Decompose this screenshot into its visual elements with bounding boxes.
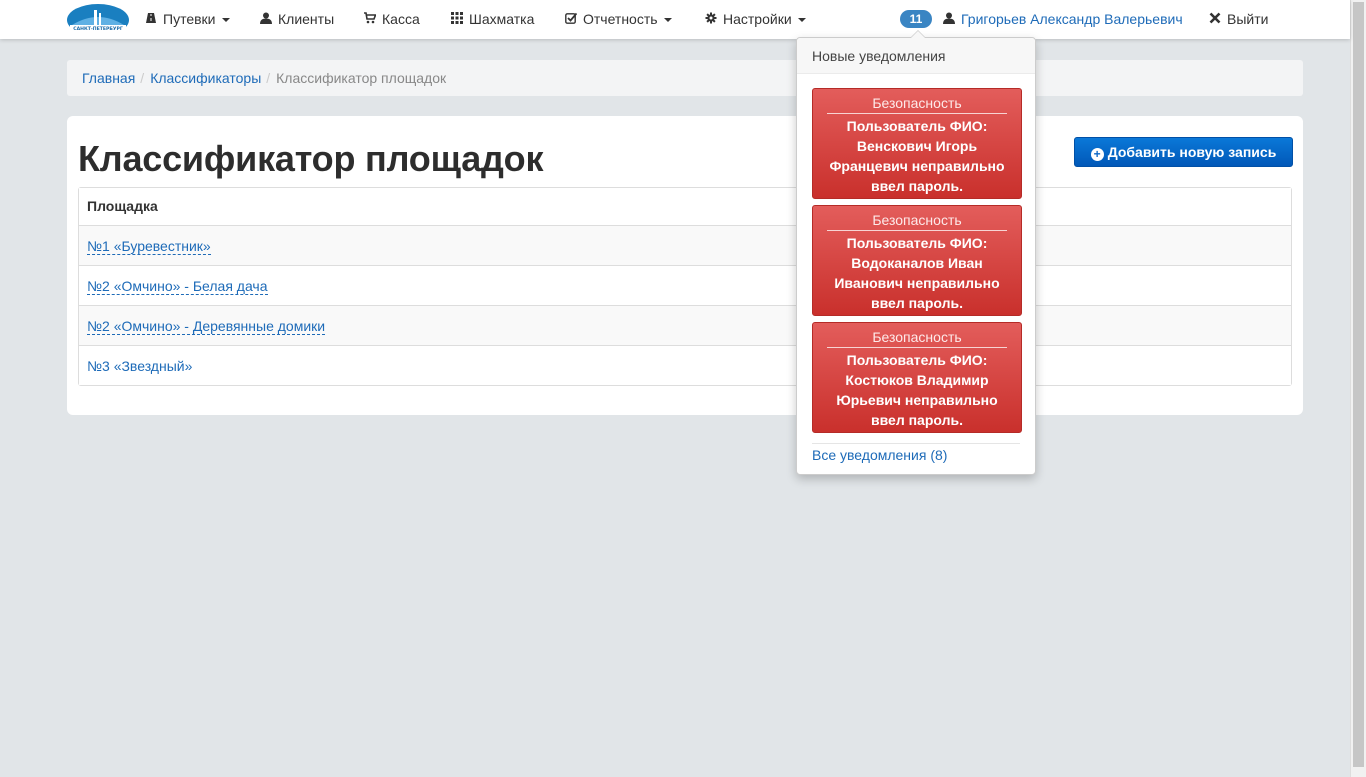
table-row: №1 «Буревестник» [79, 225, 1291, 265]
table-row: №2 «Омчино» - Деревянные домики [79, 305, 1291, 345]
venue-link[interactable]: №2 «Омчино» - Деревянные домики [87, 318, 326, 335]
table-row: №2 «Омчино» - Белая дача [79, 265, 1291, 305]
breadcrumb-link-classifiers[interactable]: Классификаторы [150, 70, 261, 86]
chevron-down-icon [221, 18, 230, 23]
notifications-title: Новые уведомления [797, 38, 1035, 74]
notifications-popover: Новые уведомления Безопасность Пользоват… [796, 30, 1036, 475]
notification-message: Пользователь ФИО: Костюков Владимир Юрье… [836, 352, 998, 428]
scrollbar-thumb[interactable] [1353, 2, 1364, 767]
popover-divider [812, 443, 1020, 444]
venue-link[interactable]: №2 «Омчино» - Белая дача [87, 278, 268, 295]
user-icon [260, 1, 272, 40]
breadcrumb: Главная / Классификаторы / Классификатор пло… [67, 60, 1303, 96]
nav-klienty-label: Клиенты [278, 11, 335, 27]
nav-putevki-label: Путевки [163, 11, 216, 27]
nav-shakhmatka[interactable]: Шахматка [451, 0, 534, 39]
popover-arrow [910, 30, 926, 38]
breadcrumb-link-home[interactable]: Главная [82, 70, 135, 86]
notification-item[interactable]: Безопасность Пользователь ФИО: Водоканал… [812, 205, 1022, 316]
notification-message: Пользователь ФИО: Водоканалов Иван Ивано… [834, 235, 1000, 311]
chevron-down-icon [663, 18, 672, 23]
add-record-label: Добавить новую запись [1107, 144, 1277, 160]
page-scrollbar[interactable] [1350, 0, 1366, 777]
add-record-button[interactable]: + Добавить новую запись [1074, 137, 1293, 167]
nav-user-profile[interactable]: Григорьев Александр Валерьевич [943, 0, 1183, 39]
notification-item[interactable]: Безопасность Пользователь ФИО: Венскович… [812, 88, 1022, 199]
nav-klienty[interactable]: Клиенты [260, 0, 334, 39]
table-body: №1 «Буревестник» №2 «Омчино» - Белая дач… [79, 225, 1291, 385]
top-navbar: САНКТ-ПЕТЕРБУРГ Путевки Клиенты Касса Ша… [0, 0, 1350, 39]
nav-otchetnost[interactable]: Отчетность [565, 0, 672, 39]
nav-shakhmatka-label: Шахматка [469, 11, 535, 27]
grid-icon [451, 1, 463, 40]
notification-category: Безопасность [827, 94, 1007, 114]
main-panel: Классификатор площадок + Добавить новую з… [67, 116, 1303, 415]
nav-putevki[interactable]: Путевки [145, 0, 230, 39]
breadcrumb-current: Классификатор площадок [276, 70, 447, 86]
close-icon [1209, 1, 1221, 40]
breadcrumb-separator: / [140, 70, 145, 86]
check-square-icon [565, 1, 578, 40]
plus-circle-icon: + [1090, 148, 1104, 161]
breadcrumb-separator: / [266, 70, 271, 86]
logo-caption: САНКТ-ПЕТЕРБУРГ [73, 26, 123, 32]
gear-icon [705, 1, 717, 40]
nav-kassa-label: Касса [382, 11, 420, 27]
chevron-down-icon [797, 18, 806, 23]
road-icon [145, 1, 157, 40]
nav-nastroyki-label: Настройки [723, 11, 792, 27]
table-header-venue: Площадка [79, 188, 1291, 225]
notification-item[interactable]: Безопасность Пользователь ФИО: Костюков … [812, 322, 1022, 433]
notifications-badge[interactable]: 11 [900, 10, 932, 28]
notification-category: Безопасность [827, 328, 1007, 348]
venue-link[interactable]: №1 «Буревестник» [87, 238, 211, 255]
table-row: №3 «Звездный» [79, 345, 1291, 385]
user-icon [943, 1, 955, 40]
nav-otchetnost-label: Отчетность [583, 11, 658, 27]
page-title: Классификатор площадок [78, 138, 544, 179]
user-name: Григорьев Александр Валерьевич [961, 11, 1183, 27]
venue-link[interactable]: №3 «Звездный» [87, 358, 192, 374]
logout-button[interactable]: Выйти [1209, 0, 1268, 39]
logout-label: Выйти [1227, 11, 1269, 27]
notification-category: Безопасность [827, 211, 1007, 231]
venues-table: Площадка №1 «Буревестник» №2 «Омчино» - … [78, 187, 1292, 386]
nav-kassa[interactable]: Касса [364, 0, 420, 39]
cart-icon [364, 1, 377, 40]
vodokanal-logo[interactable]: САНКТ-ПЕТЕРБУРГ [66, 3, 130, 36]
nav-nastroyki[interactable]: Настройки [705, 0, 806, 39]
all-notifications-link[interactable]: Все уведомления (8) [812, 446, 947, 464]
notification-message: Пользователь ФИО: Венскович Игорь Франце… [829, 118, 1005, 194]
